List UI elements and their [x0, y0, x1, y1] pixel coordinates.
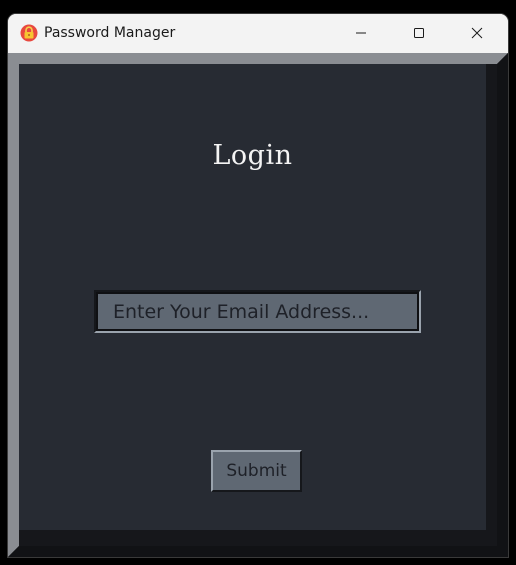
app-window: Password Manager Login Enter Your Email … [8, 14, 508, 557]
submit-button[interactable]: Submit [211, 450, 302, 492]
login-heading: Login [212, 140, 293, 171]
minimize-icon [355, 24, 367, 43]
minimize-button[interactable] [338, 14, 384, 53]
padlock-icon [20, 24, 38, 42]
email-field[interactable] [94, 290, 421, 333]
title-bar[interactable]: Password Manager [8, 14, 508, 53]
window-client-area: Login Submit [8, 53, 508, 557]
close-icon [471, 24, 483, 43]
maximize-button[interactable] [396, 14, 442, 53]
maximize-icon [413, 24, 425, 43]
login-panel: Login Submit [19, 64, 486, 530]
close-button[interactable] [454, 14, 500, 53]
window-title: Password Manager [44, 25, 176, 41]
